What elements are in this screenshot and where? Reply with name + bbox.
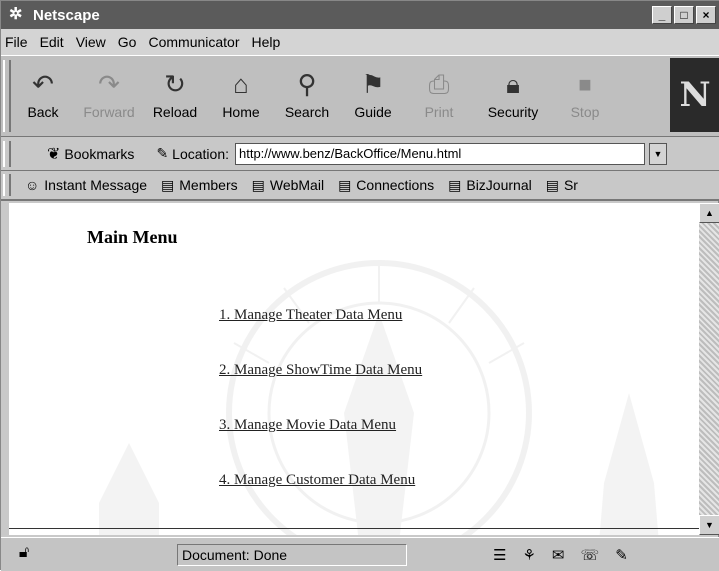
minimize-button[interactable]: _ xyxy=(652,6,672,24)
vertical-scrollbar[interactable]: ▲ ▼ xyxy=(699,203,719,535)
personal-item-truncated[interactable]: ▤ Sr xyxy=(546,177,578,194)
menu-go[interactable]: Go xyxy=(118,34,137,50)
instant-message-icon: ☺ xyxy=(25,177,40,193)
page-icon: ▤ xyxy=(448,176,462,193)
menu-communicator[interactable]: Communicator xyxy=(148,34,239,50)
guide-icon: ⚑ xyxy=(361,69,385,99)
mail-icon[interactable]: ✉ xyxy=(552,546,565,564)
browser-window: ✲ Netscape _ □ × File Edit View Go Commu… xyxy=(0,0,719,571)
back-label: Back xyxy=(27,104,59,120)
link-manage-customer[interactable]: 4. Manage Customer Data Menu xyxy=(219,472,415,489)
search-icon: ⚲ xyxy=(297,69,317,99)
print-icon: ⎙ xyxy=(428,69,450,99)
horizontal-rule xyxy=(9,528,699,529)
forward-label: Forward xyxy=(83,104,135,120)
page-proxy-icon[interactable]: ✎ xyxy=(156,145,168,162)
netscape-brand-logo[interactable]: N xyxy=(670,58,719,132)
page-icon: ▤ xyxy=(251,176,265,193)
print-button[interactable]: ⎙ Print xyxy=(411,60,467,130)
page-content: Main Menu 1. Manage Theater Data Menu 2.… xyxy=(9,203,699,535)
menu-edit[interactable]: Edit xyxy=(40,34,64,50)
personal-item-label: Sr xyxy=(563,177,578,193)
location-grip[interactable] xyxy=(3,140,11,167)
back-icon: ↶ xyxy=(32,69,54,99)
personal-item-bizjournal[interactable]: ▤ BizJournal xyxy=(448,177,532,194)
forward-icon: ↷ xyxy=(98,69,120,99)
page-icon: ▤ xyxy=(161,176,175,193)
personal-item-label: Instant Message xyxy=(44,177,148,193)
status-text: Document: Done xyxy=(177,543,407,566)
personal-item-label: BizJournal xyxy=(466,177,532,193)
search-label: Search xyxy=(284,104,330,120)
link-manage-showtime[interactable]: 2. Manage ShowTime Data Menu xyxy=(219,362,422,379)
component-bar: ☰ ⚘ ✉ ☏ ✎ xyxy=(493,546,628,564)
url-dropdown-button[interactable]: ▼ xyxy=(649,142,667,165)
personal-item-label: WebMail xyxy=(269,177,325,193)
personal-item-connections[interactable]: ▤ Connections xyxy=(338,177,434,194)
netscape-logo-icon: ✲ xyxy=(9,6,23,23)
personal-item-webmail[interactable]: ▤ WebMail xyxy=(252,177,324,194)
reload-button[interactable]: ↻ Reload xyxy=(147,60,203,130)
guide-button[interactable]: ⚑ Guide xyxy=(345,60,401,130)
personal-toolbar: ☺ Instant Message ▤ Members ▤ WebMail ▤ … xyxy=(1,171,719,201)
composer-icon[interactable]: ✎ xyxy=(615,546,628,564)
navigator-icon[interactable]: ⚘ xyxy=(522,546,535,564)
print-label: Print xyxy=(424,104,454,120)
home-icon: ⌂ xyxy=(233,69,249,99)
personal-item-label: Connections xyxy=(356,177,435,193)
maximize-button[interactable]: □ xyxy=(674,6,694,24)
menu-bar: File Edit View Go Communicator Help xyxy=(1,29,719,55)
home-label: Home xyxy=(222,104,260,120)
window-controls: _ □ × xyxy=(652,6,716,24)
security-icon: 🔒︎ xyxy=(506,69,520,99)
location-label: Location: xyxy=(172,145,229,162)
reload-icon: ↻ xyxy=(164,69,186,99)
page-icon: ▤ xyxy=(545,176,559,193)
location-toolbar: ❦ Bookmarks ✎ Location: http://www.benz/… xyxy=(1,137,719,171)
forward-button[interactable]: ↷ Forward xyxy=(81,60,137,130)
window-title: Netscape xyxy=(33,6,100,24)
scroll-track[interactable] xyxy=(699,223,719,515)
personal-item-members[interactable]: ▤ Members xyxy=(161,177,238,194)
security-button[interactable]: 🔒︎ Security xyxy=(485,60,541,130)
search-button[interactable]: ⚲ Search xyxy=(279,60,335,130)
personal-item-label: Members xyxy=(179,177,238,193)
bookmarks-button[interactable]: ❦ Bookmarks xyxy=(47,144,134,164)
location-label-group: ✎ Location: xyxy=(156,145,229,162)
scroll-down-arrow-icon[interactable]: ▼ xyxy=(699,515,719,535)
home-button[interactable]: ⌂ Home xyxy=(213,60,269,130)
scroll-up-arrow-icon[interactable]: ▲ xyxy=(699,203,719,223)
back-button[interactable]: ↶ Back xyxy=(15,60,71,130)
menu-file[interactable]: File xyxy=(5,34,28,50)
link-manage-theater[interactable]: 1. Manage Theater Data Menu xyxy=(219,307,402,324)
university-seal-watermark xyxy=(99,260,659,535)
bookmarks-label: Bookmarks xyxy=(64,145,135,162)
stop-button[interactable]: ⏹ Stop xyxy=(557,60,613,130)
close-button[interactable]: × xyxy=(696,6,716,24)
reload-label: Reload xyxy=(152,104,198,120)
page-title: Main Menu xyxy=(87,227,178,247)
status-bar: 🔓︎ Document: Done ☰ ⚘ ✉ ☏ ✎ xyxy=(1,537,719,571)
security-label: Security xyxy=(487,104,539,120)
menu-view[interactable]: View xyxy=(76,34,106,50)
guide-label: Guide xyxy=(354,104,392,120)
menu-help[interactable]: Help xyxy=(252,34,281,50)
stop-label: Stop xyxy=(570,104,600,120)
page-icon: ▤ xyxy=(338,176,352,193)
component-bar-grip-icon[interactable]: ☰ xyxy=(493,546,506,564)
discussions-icon[interactable]: ☏ xyxy=(580,546,599,564)
title-bar: ✲ Netscape _ □ × xyxy=(1,1,719,29)
link-manage-movie[interactable]: 3. Manage Movie Data Menu xyxy=(219,417,396,434)
bookmarks-icon: ❦ xyxy=(47,145,61,163)
stop-icon: ⏹ xyxy=(578,69,592,99)
toolbar-grip[interactable] xyxy=(3,60,11,132)
url-input[interactable]: http://www.benz/BackOffice/Menu.html xyxy=(235,142,645,165)
navigation-toolbar: ↶ Back ↷ Forward ↻ Reload ⌂ Home ⚲ Searc… xyxy=(1,55,719,137)
personal-item-instant-message[interactable]: ☺ Instant Message xyxy=(25,177,147,193)
security-lock-icon[interactable]: 🔓︎ xyxy=(11,544,37,566)
personal-toolbar-grip[interactable] xyxy=(3,174,11,196)
